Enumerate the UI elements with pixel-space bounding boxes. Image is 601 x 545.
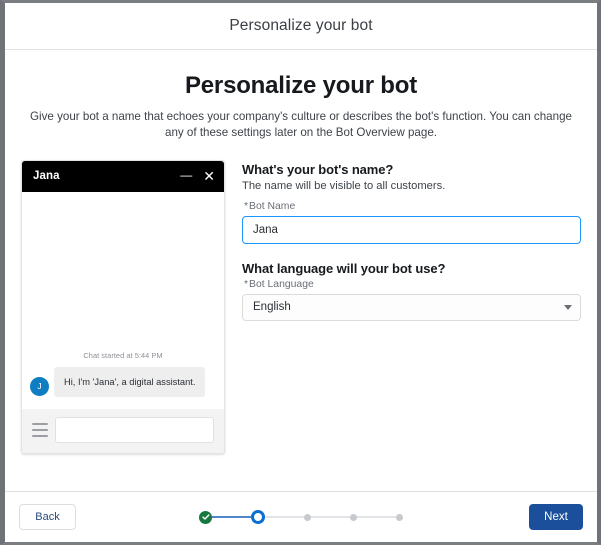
modal-body: Personalize your bot Give your bot a nam… bbox=[5, 50, 597, 491]
step-connector bbox=[311, 516, 350, 518]
step-connector bbox=[357, 516, 396, 518]
bot-language-label-text: Bot Language bbox=[249, 278, 314, 290]
required-indicator: * bbox=[244, 200, 249, 212]
bot-language-label: *Bot Language bbox=[244, 279, 581, 290]
content-columns: Jana — ✕ Chat started at 5:44 PM J Hi, I… bbox=[5, 142, 597, 454]
chat-window-header: Jana — ✕ bbox=[22, 160, 224, 192]
chat-window-title: Jana bbox=[33, 170, 60, 183]
avatar: J bbox=[30, 376, 49, 396]
page-subtitle: Give your bot a name that echoes your co… bbox=[30, 110, 572, 140]
back-button[interactable]: Back bbox=[19, 504, 76, 530]
chat-transcript: Chat started at 5:44 PM J Hi, I'm 'Jana'… bbox=[22, 191, 224, 409]
bot-language-select[interactable]: English bbox=[242, 293, 581, 321]
bot-language-select-wrap: English bbox=[242, 293, 581, 321]
intro-block: Personalize your bot Give your bot a nam… bbox=[5, 50, 597, 142]
step-connector bbox=[212, 516, 251, 518]
next-button[interactable]: Next bbox=[529, 504, 583, 530]
step-indicator-5[interactable] bbox=[396, 513, 403, 521]
required-indicator: * bbox=[244, 278, 249, 290]
step-indicator-2[interactable] bbox=[251, 510, 265, 524]
chat-message-input[interactable] bbox=[55, 416, 214, 443]
bot-name-input[interactable] bbox=[242, 215, 581, 244]
modal-footer: Back Next bbox=[5, 491, 597, 542]
chat-message-row: J Hi, I'm 'Jana', a digital assistant. bbox=[22, 366, 224, 403]
progress-stepper bbox=[199, 510, 403, 524]
minimize-icon[interactable]: — bbox=[180, 169, 192, 181]
check-icon bbox=[201, 514, 210, 520]
chat-started-label: Chat started at 5:44 PM bbox=[83, 350, 163, 360]
step-indicator-3[interactable] bbox=[304, 513, 311, 521]
menu-bar-2 bbox=[32, 428, 48, 431]
chat-composer bbox=[22, 408, 224, 453]
chat-message-bubble: Hi, I'm 'Jana', a digital assistant. bbox=[54, 366, 206, 397]
menu-bar-1 bbox=[32, 422, 48, 425]
modal-header: Personalize your bot bbox=[5, 3, 597, 50]
page-title: Personalize your bot bbox=[184, 72, 418, 99]
bot-language-question: What language will your bot use? bbox=[242, 260, 446, 276]
step-indicator-1[interactable] bbox=[199, 510, 212, 524]
personalize-bot-modal: Personalize your bot Personalize your bo… bbox=[0, 0, 601, 545]
chat-preview-panel: Jana — ✕ Chat started at 5:44 PM J Hi, I… bbox=[21, 159, 225, 454]
menu-bar-3 bbox=[32, 434, 48, 437]
bot-language-section: What language will your bot use? *Bot La… bbox=[242, 261, 581, 321]
close-icon[interactable]: ✕ bbox=[203, 169, 215, 183]
bot-name-help: The name will be visible to all customer… bbox=[242, 179, 446, 192]
form-column: What's your bot's name? The name will be… bbox=[225, 160, 581, 338]
step-connector bbox=[265, 516, 304, 518]
bot-name-label: *Bot Name bbox=[244, 201, 581, 212]
modal-title: Personalize your bot bbox=[229, 17, 373, 34]
step-indicator-4[interactable] bbox=[350, 513, 357, 521]
bot-name-question: What's your bot's name? bbox=[242, 161, 394, 177]
hamburger-menu-icon[interactable] bbox=[32, 422, 48, 437]
bot-name-label-text: Bot Name bbox=[249, 200, 296, 212]
bot-name-section: What's your bot's name? The name will be… bbox=[242, 162, 581, 244]
